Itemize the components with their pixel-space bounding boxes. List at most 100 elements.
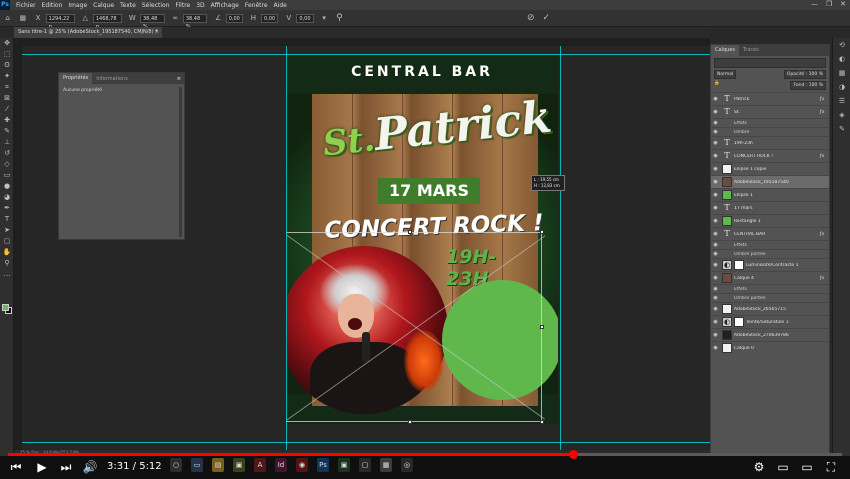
layer-effect-row[interactable]: ◉ Effets	[711, 240, 829, 249]
layer-effect-row[interactable]: ◉ Ombre	[711, 127, 829, 136]
layer-row[interactable]: ◉ T Patrick ƒx	[711, 92, 829, 105]
menu-texte[interactable]: Texte	[117, 2, 139, 9]
acrobat-icon[interactable]: A	[254, 458, 266, 472]
more-tools-icon[interactable]: …	[0, 269, 14, 280]
reference-point-icon[interactable]: ▦	[19, 14, 27, 22]
visibility-eye-icon[interactable]: ◉	[711, 205, 720, 211]
task-view-icon[interactable]: ▭	[191, 458, 203, 472]
visibility-eye-icon[interactable]: ◉	[711, 192, 720, 198]
visibility-eye-icon[interactable]: ◉	[711, 295, 720, 301]
visibility-eye-icon[interactable]: ◉	[711, 231, 720, 237]
tab-paths[interactable]: Tracés	[739, 45, 763, 56]
photoshop-taskbar-icon[interactable]: Ps	[317, 458, 329, 472]
calculator-icon[interactable]: ▦	[380, 458, 392, 472]
path-selection-tool-icon[interactable]: ➤	[0, 225, 14, 236]
brush-panel-icon[interactable]: ✎	[833, 122, 850, 136]
text-layer-icon[interactable]: T	[722, 107, 732, 117]
layer-fx-icon[interactable]: ƒx	[820, 97, 829, 102]
history-brush-tool-icon[interactable]: ↺	[0, 148, 14, 159]
cancel-transform-icon[interactable]: ⊘	[527, 14, 535, 23]
layer-filter-bar[interactable]	[714, 58, 826, 68]
visibility-eye-icon[interactable]: ◉	[711, 332, 720, 338]
menu-fichier[interactable]: Fichier	[13, 2, 39, 9]
menu-3d[interactable]: 3D	[193, 2, 207, 9]
layer-row[interactable]: ◉ ◐ Luminosité/Contraste 1	[711, 258, 829, 271]
previous-video-icon[interactable]: ⏮	[8, 459, 24, 475]
h-skew-field[interactable]: 0,00	[261, 13, 279, 23]
visibility-eye-icon[interactable]: ◉	[711, 275, 720, 281]
layer-effect-row[interactable]: ◉ Ombre portée	[711, 249, 829, 258]
text-layer-icon[interactable]: T	[722, 94, 732, 104]
adjustment-layer-icon[interactable]: ◐	[722, 260, 732, 270]
stamp-tool-icon[interactable]: ⊥	[0, 137, 14, 148]
layer-thumbnail[interactable]	[722, 190, 732, 200]
layer-row[interactable]: ◉ T CENTRAL BAR ƒx	[711, 227, 829, 240]
layer-fx-icon[interactable]: ƒx	[820, 232, 829, 237]
video-progress-bar[interactable]	[8, 450, 842, 459]
eraser-tool-icon[interactable]: ◇	[0, 159, 14, 170]
lock-icons[interactable]: 🔒	[714, 81, 720, 91]
canvas-area[interactable]: Propriétés Informations ≡ Aucune proprié…	[14, 38, 710, 456]
text-layer-icon[interactable]: T	[722, 151, 732, 161]
libraries-panel-icon[interactable]: ☰	[833, 94, 850, 108]
guide-horizontal[interactable]	[22, 442, 710, 443]
visibility-eye-icon[interactable]: ◉	[711, 140, 720, 146]
tab-informations[interactable]: Informations	[92, 76, 132, 82]
layer-mask-thumbnail[interactable]	[734, 260, 744, 270]
commit-transform-icon[interactable]: ✓	[543, 14, 551, 23]
text-layer-icon[interactable]: T	[722, 229, 732, 239]
visibility-eye-icon[interactable]: ◉	[711, 251, 720, 257]
delta-icon[interactable]: △	[82, 14, 89, 22]
layer-thumbnail[interactable]	[722, 273, 732, 283]
text-layer-icon[interactable]: T	[722, 203, 732, 213]
tab-properties[interactable]: Propriétés	[59, 73, 93, 84]
visibility-eye-icon[interactable]: ◉	[711, 179, 720, 185]
volume-icon[interactable]: 🔊	[82, 459, 98, 475]
next-video-icon[interactable]: ⏭	[58, 459, 74, 475]
history-panel-icon[interactable]: ⟲	[833, 38, 850, 52]
warp-icon[interactable]: ⚲	[336, 14, 343, 23]
indesign-icon[interactable]: Id	[275, 458, 287, 472]
crop-tool-icon[interactable]: ⌗	[0, 82, 14, 93]
visibility-eye-icon[interactable]: ◉	[711, 306, 720, 312]
transform-handle-r[interactable]	[540, 325, 544, 329]
frame-tool-icon[interactable]: ⊠	[0, 93, 14, 104]
layer-thumbnail[interactable]	[722, 177, 732, 187]
type-tool-icon[interactable]: T	[0, 214, 14, 225]
visibility-eye-icon[interactable]: ◉	[711, 345, 720, 351]
theater-mode-icon[interactable]: ▭	[800, 459, 814, 475]
transform-handle-b[interactable]	[408, 420, 412, 424]
home-icon[interactable]: ⌂	[4, 14, 11, 22]
menu-affichage[interactable]: Affichage	[208, 2, 242, 9]
transform-handle-t[interactable]	[408, 230, 412, 234]
app-icon[interactable]: ▣	[233, 458, 245, 472]
color-panel-icon[interactable]: ◐	[833, 52, 850, 66]
menu-filtre[interactable]: Filtre	[173, 2, 194, 9]
document-tab[interactable]: Sans titre-1 @ 25% (AdobeStock_195187540…	[14, 27, 162, 38]
menu-fenetre[interactable]: Fenêtre	[242, 2, 271, 9]
panel-menu-icon[interactable]: ≡	[177, 76, 184, 82]
layer-row[interactable]: ◉ Calque 0	[711, 341, 829, 354]
properties-scrollbar[interactable]	[179, 87, 182, 237]
layer-fx-icon[interactable]: ƒx	[820, 110, 829, 115]
text-layer-icon[interactable]: T	[722, 138, 732, 148]
miniplayer-icon[interactable]: ▭	[776, 459, 790, 475]
app-icon-green[interactable]: ▣	[338, 458, 350, 472]
menu-aide[interactable]: Aide	[271, 2, 290, 9]
guide-horizontal[interactable]	[22, 54, 710, 55]
file-explorer-icon[interactable]: ▤	[212, 458, 224, 472]
zoom-tool-icon[interactable]: ⚲	[0, 258, 14, 269]
tab-layers[interactable]: Calques	[711, 45, 739, 56]
layer-row[interactable]: ◉ AdobeStock_195187540	[711, 175, 829, 188]
visibility-eye-icon[interactable]: ◉	[711, 129, 720, 135]
fullscreen-icon[interactable]: ⛶	[824, 459, 838, 475]
menu-image[interactable]: Image	[65, 2, 90, 9]
link-icon[interactable]: ∞	[172, 14, 179, 22]
swatches-panel-icon[interactable]: ▦	[833, 66, 850, 80]
healing-tool-icon[interactable]: ✚	[0, 115, 14, 126]
y-position-field[interactable]: 1468,78 p	[92, 13, 122, 30]
foreground-color-swatch[interactable]	[2, 304, 9, 311]
layer-thumbnail[interactable]	[722, 164, 732, 174]
browser-icon[interactable]: ◉	[296, 458, 308, 472]
visibility-eye-icon[interactable]: ◉	[711, 120, 720, 126]
